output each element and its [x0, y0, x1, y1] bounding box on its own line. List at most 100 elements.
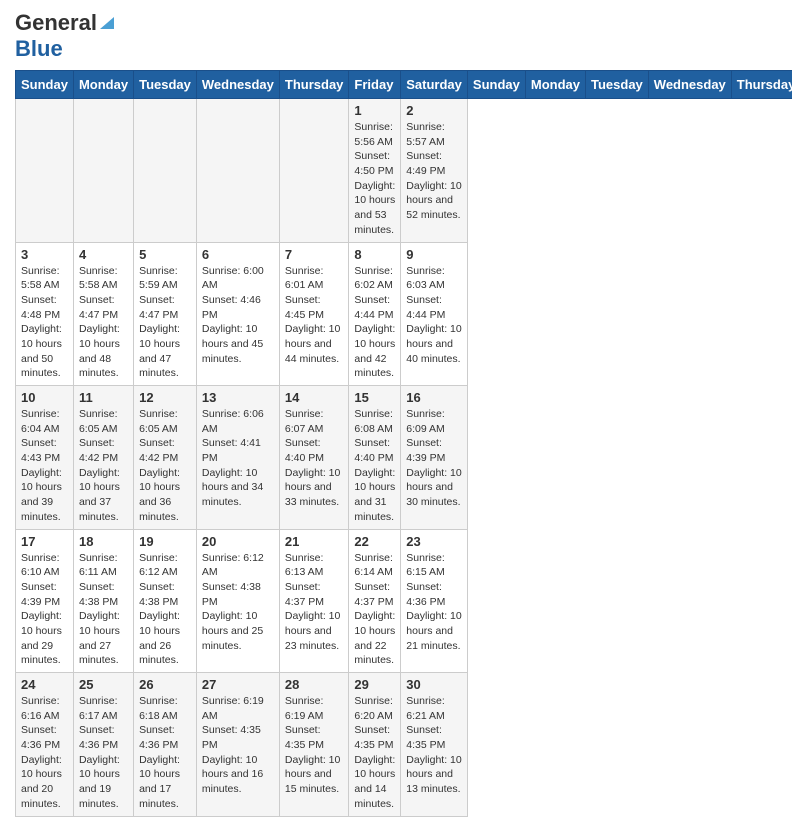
header-friday: Friday	[349, 71, 401, 99]
day-info: Sunrise: 6:07 AMSunset: 4:40 PMDaylight:…	[285, 407, 344, 510]
header-thursday: Thursday	[279, 71, 349, 99]
calendar-cell: 10 Sunrise: 6:04 AMSunset: 4:43 PMDayligh…	[16, 386, 74, 530]
day-number: 5	[139, 247, 191, 262]
calendar-cell: 15Sunrise: 6:08 AMSunset: 4:40 PMDayligh…	[349, 386, 401, 530]
col-header-wednesday: Wednesday	[648, 71, 731, 99]
calendar-cell: 3 Sunrise: 5:58 AMSunset: 4:48 PMDaylight…	[16, 242, 74, 386]
day-info: Sunrise: 6:04 AMSunset: 4:43 PMDaylight:…	[21, 407, 68, 525]
day-number: 18	[79, 534, 128, 549]
calendar-week-row: 17 Sunrise: 6:10 AMSunset: 4:39 PMDayligh…	[16, 529, 792, 673]
header-tuesday: Tuesday	[134, 71, 197, 99]
day-info: Sunrise: 6:12 AMSunset: 4:38 PMDaylight:…	[139, 551, 191, 669]
calendar-cell	[196, 99, 279, 243]
calendar-cell	[73, 99, 133, 243]
calendar-cell	[16, 99, 74, 243]
calendar-week-row: 1 Sunrise: 5:56 AMSunset: 4:50 PMDaylight…	[16, 99, 792, 243]
day-info: Sunrise: 6:11 AMSunset: 4:38 PMDaylight:…	[79, 551, 128, 669]
calendar-cell: 28 Sunrise: 6:19 AMSunset: 4:35 PMDayligh…	[279, 673, 349, 817]
day-info: Sunrise: 6:00 AMSunset: 4:46 PMDaylight:…	[202, 264, 274, 367]
header-saturday: Saturday	[401, 71, 468, 99]
day-info: Sunrise: 6:12 AMSunset: 4:38 PMDaylight:…	[202, 551, 274, 654]
calendar-week-row: 10 Sunrise: 6:04 AMSunset: 4:43 PMDayligh…	[16, 386, 792, 530]
day-number: 14	[285, 390, 344, 405]
calendar-cell	[279, 99, 349, 243]
header-monday: Monday	[73, 71, 133, 99]
calendar-cell: 26Sunrise: 6:18 AMSunset: 4:36 PMDayligh…	[134, 673, 197, 817]
calendar-cell: 18 Sunrise: 6:11 AMSunset: 4:38 PMDayligh…	[73, 529, 133, 673]
day-number: 9	[406, 247, 462, 262]
day-number: 1	[354, 103, 395, 118]
day-info: Sunrise: 6:03 AMSunset: 4:44 PMDaylight:…	[406, 264, 462, 367]
day-number: 16	[406, 390, 462, 405]
calendar-cell: 22 Sunrise: 6:14 AMSunset: 4:37 PMDayligh…	[349, 529, 401, 673]
calendar-cell: 23Sunrise: 6:15 AMSunset: 4:36 PMDayligh…	[401, 529, 468, 673]
calendar-cell: 24Sunrise: 6:16 AMSunset: 4:36 PMDayligh…	[16, 673, 74, 817]
logo-general: General	[15, 10, 97, 36]
header-sunday: Sunday	[16, 71, 74, 99]
calendar-cell: 20 Sunrise: 6:12 AMSunset: 4:38 PMDayligh…	[196, 529, 279, 673]
col-header-tuesday: Tuesday	[586, 71, 649, 99]
calendar-cell: 16 Sunrise: 6:09 AMSunset: 4:39 PMDayligh…	[401, 386, 468, 530]
calendar-cell: 7 Sunrise: 6:01 AMSunset: 4:45 PMDaylight…	[279, 242, 349, 386]
day-info: Sunrise: 6:02 AMSunset: 4:44 PMDaylight:…	[354, 264, 395, 382]
day-number: 23	[406, 534, 462, 549]
day-number: 21	[285, 534, 344, 549]
day-info: Sunrise: 6:21 AMSunset: 4:35 PMDaylight:…	[406, 694, 462, 797]
calendar-cell: 4 Sunrise: 5:58 AMSunset: 4:47 PMDaylight…	[73, 242, 133, 386]
day-number: 26	[139, 677, 191, 692]
calendar-cell	[134, 99, 197, 243]
calendar-cell: 2Sunrise: 5:57 AMSunset: 4:49 PMDaylight…	[401, 99, 468, 243]
day-number: 19	[139, 534, 191, 549]
day-info: Sunrise: 6:06 AMSunset: 4:41 PMDaylight:…	[202, 407, 274, 510]
calendar-week-row: 3 Sunrise: 5:58 AMSunset: 4:48 PMDaylight…	[16, 242, 792, 386]
calendar-cell: 6Sunrise: 6:00 AMSunset: 4:46 PMDaylight…	[196, 242, 279, 386]
day-info: Sunrise: 6:05 AMSunset: 4:42 PMDaylight:…	[79, 407, 128, 525]
day-info: Sunrise: 5:56 AMSunset: 4:50 PMDaylight:…	[354, 120, 395, 238]
day-number: 11	[79, 390, 128, 405]
day-number: 7	[285, 247, 344, 262]
calendar-cell: 1 Sunrise: 5:56 AMSunset: 4:50 PMDaylight…	[349, 99, 401, 243]
day-number: 2	[406, 103, 462, 118]
day-info: Sunrise: 6:05 AMSunset: 4:42 PMDaylight:…	[139, 407, 191, 525]
header-wednesday: Wednesday	[196, 71, 279, 99]
calendar-table: SundayMondayTuesdayWednesdayThursdayFrid…	[15, 70, 792, 817]
day-number: 22	[354, 534, 395, 549]
day-info: Sunrise: 6:13 AMSunset: 4:37 PMDaylight:…	[285, 551, 344, 654]
day-info: Sunrise: 5:58 AMSunset: 4:47 PMDaylight:…	[79, 264, 128, 382]
day-number: 8	[354, 247, 395, 262]
calendar-cell: 9 Sunrise: 6:03 AMSunset: 4:44 PMDaylight…	[401, 242, 468, 386]
day-info: Sunrise: 6:20 AMSunset: 4:35 PMDaylight:…	[354, 694, 395, 812]
day-info: Sunrise: 6:19 AMSunset: 4:35 PMDaylight:…	[285, 694, 344, 797]
day-number: 30	[406, 677, 462, 692]
calendar-cell: 30 Sunrise: 6:21 AMSunset: 4:35 PMDayligh…	[401, 673, 468, 817]
calendar-cell: 12Sunrise: 6:05 AMSunset: 4:42 PMDayligh…	[134, 386, 197, 530]
col-header-monday: Monday	[525, 71, 585, 99]
calendar-cell: 11 Sunrise: 6:05 AMSunset: 4:42 PMDayligh…	[73, 386, 133, 530]
day-number: 27	[202, 677, 274, 692]
day-number: 24	[21, 677, 68, 692]
calendar-header-row: SundayMondayTuesdayWednesdayThursdayFrid…	[16, 71, 792, 99]
day-info: Sunrise: 6:09 AMSunset: 4:39 PMDaylight:…	[406, 407, 462, 510]
calendar-week-row: 24Sunrise: 6:16 AMSunset: 4:36 PMDayligh…	[16, 673, 792, 817]
day-number: 17	[21, 534, 68, 549]
calendar-cell: 14 Sunrise: 6:07 AMSunset: 4:40 PMDayligh…	[279, 386, 349, 530]
day-info: Sunrise: 6:14 AMSunset: 4:37 PMDaylight:…	[354, 551, 395, 669]
calendar-cell: 25Sunrise: 6:17 AMSunset: 4:36 PMDayligh…	[73, 673, 133, 817]
logo: General Blue	[15, 10, 114, 62]
day-info: Sunrise: 6:01 AMSunset: 4:45 PMDaylight:…	[285, 264, 344, 367]
day-number: 28	[285, 677, 344, 692]
day-number: 3	[21, 247, 68, 262]
col-header-sunday: Sunday	[467, 71, 525, 99]
day-info: Sunrise: 5:58 AMSunset: 4:48 PMDaylight:…	[21, 264, 68, 382]
page-header: General Blue	[15, 10, 777, 62]
day-number: 4	[79, 247, 128, 262]
calendar-cell: 19 Sunrise: 6:12 AMSunset: 4:38 PMDayligh…	[134, 529, 197, 673]
col-header-thursday: Thursday	[731, 71, 792, 99]
calendar-cell: 27 Sunrise: 6:19 AMSunset: 4:35 PMDayligh…	[196, 673, 279, 817]
day-info: Sunrise: 6:19 AMSunset: 4:35 PMDaylight:…	[202, 694, 274, 797]
day-number: 20	[202, 534, 274, 549]
calendar-cell: 17 Sunrise: 6:10 AMSunset: 4:39 PMDayligh…	[16, 529, 74, 673]
day-number: 10	[21, 390, 68, 405]
day-number: 15	[354, 390, 395, 405]
day-info: Sunrise: 6:10 AMSunset: 4:39 PMDaylight:…	[21, 551, 68, 669]
